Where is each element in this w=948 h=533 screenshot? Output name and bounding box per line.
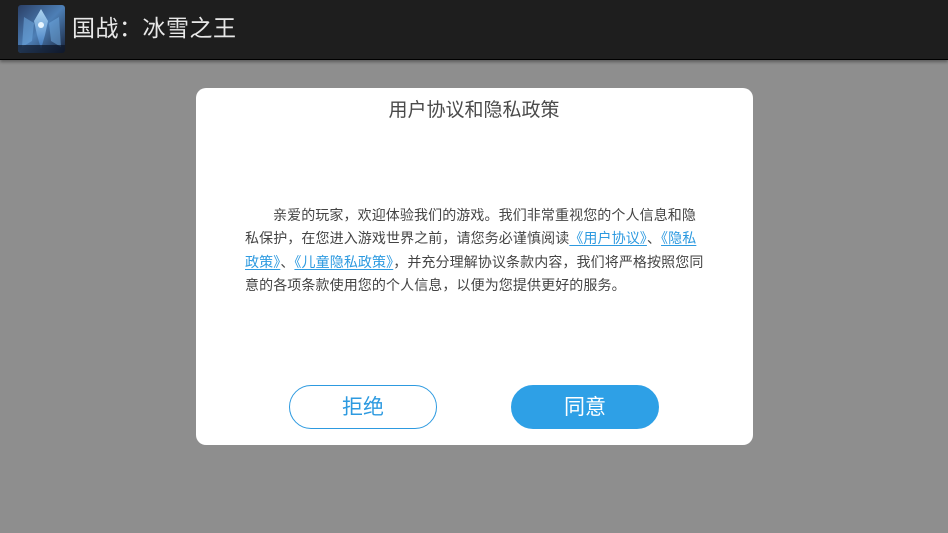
separator: 、 bbox=[646, 231, 662, 248]
agree-button[interactable]: 同意 bbox=[511, 385, 659, 429]
child-privacy-policy-link[interactable]: 《儿童隐私政策》 bbox=[294, 255, 393, 271]
dialog-title: 用户协议和隐私政策 bbox=[388, 99, 560, 121]
app-title: 国战：冰雪之王 bbox=[72, 16, 237, 42]
refuse-button[interactable]: 拒绝 bbox=[289, 385, 437, 429]
dialog-body: 亲爱的玩家，欢迎体验我们的游戏。我们非常重视您的个人信息和隐私保护，在您进入游戏… bbox=[245, 205, 707, 298]
user-agreement-link[interactable]: 《用户协议》 bbox=[569, 231, 647, 247]
title-bar: 国战：冰雪之王 bbox=[0, 0, 948, 60]
game-app-icon bbox=[18, 5, 65, 53]
separator: 、 bbox=[280, 254, 295, 271]
